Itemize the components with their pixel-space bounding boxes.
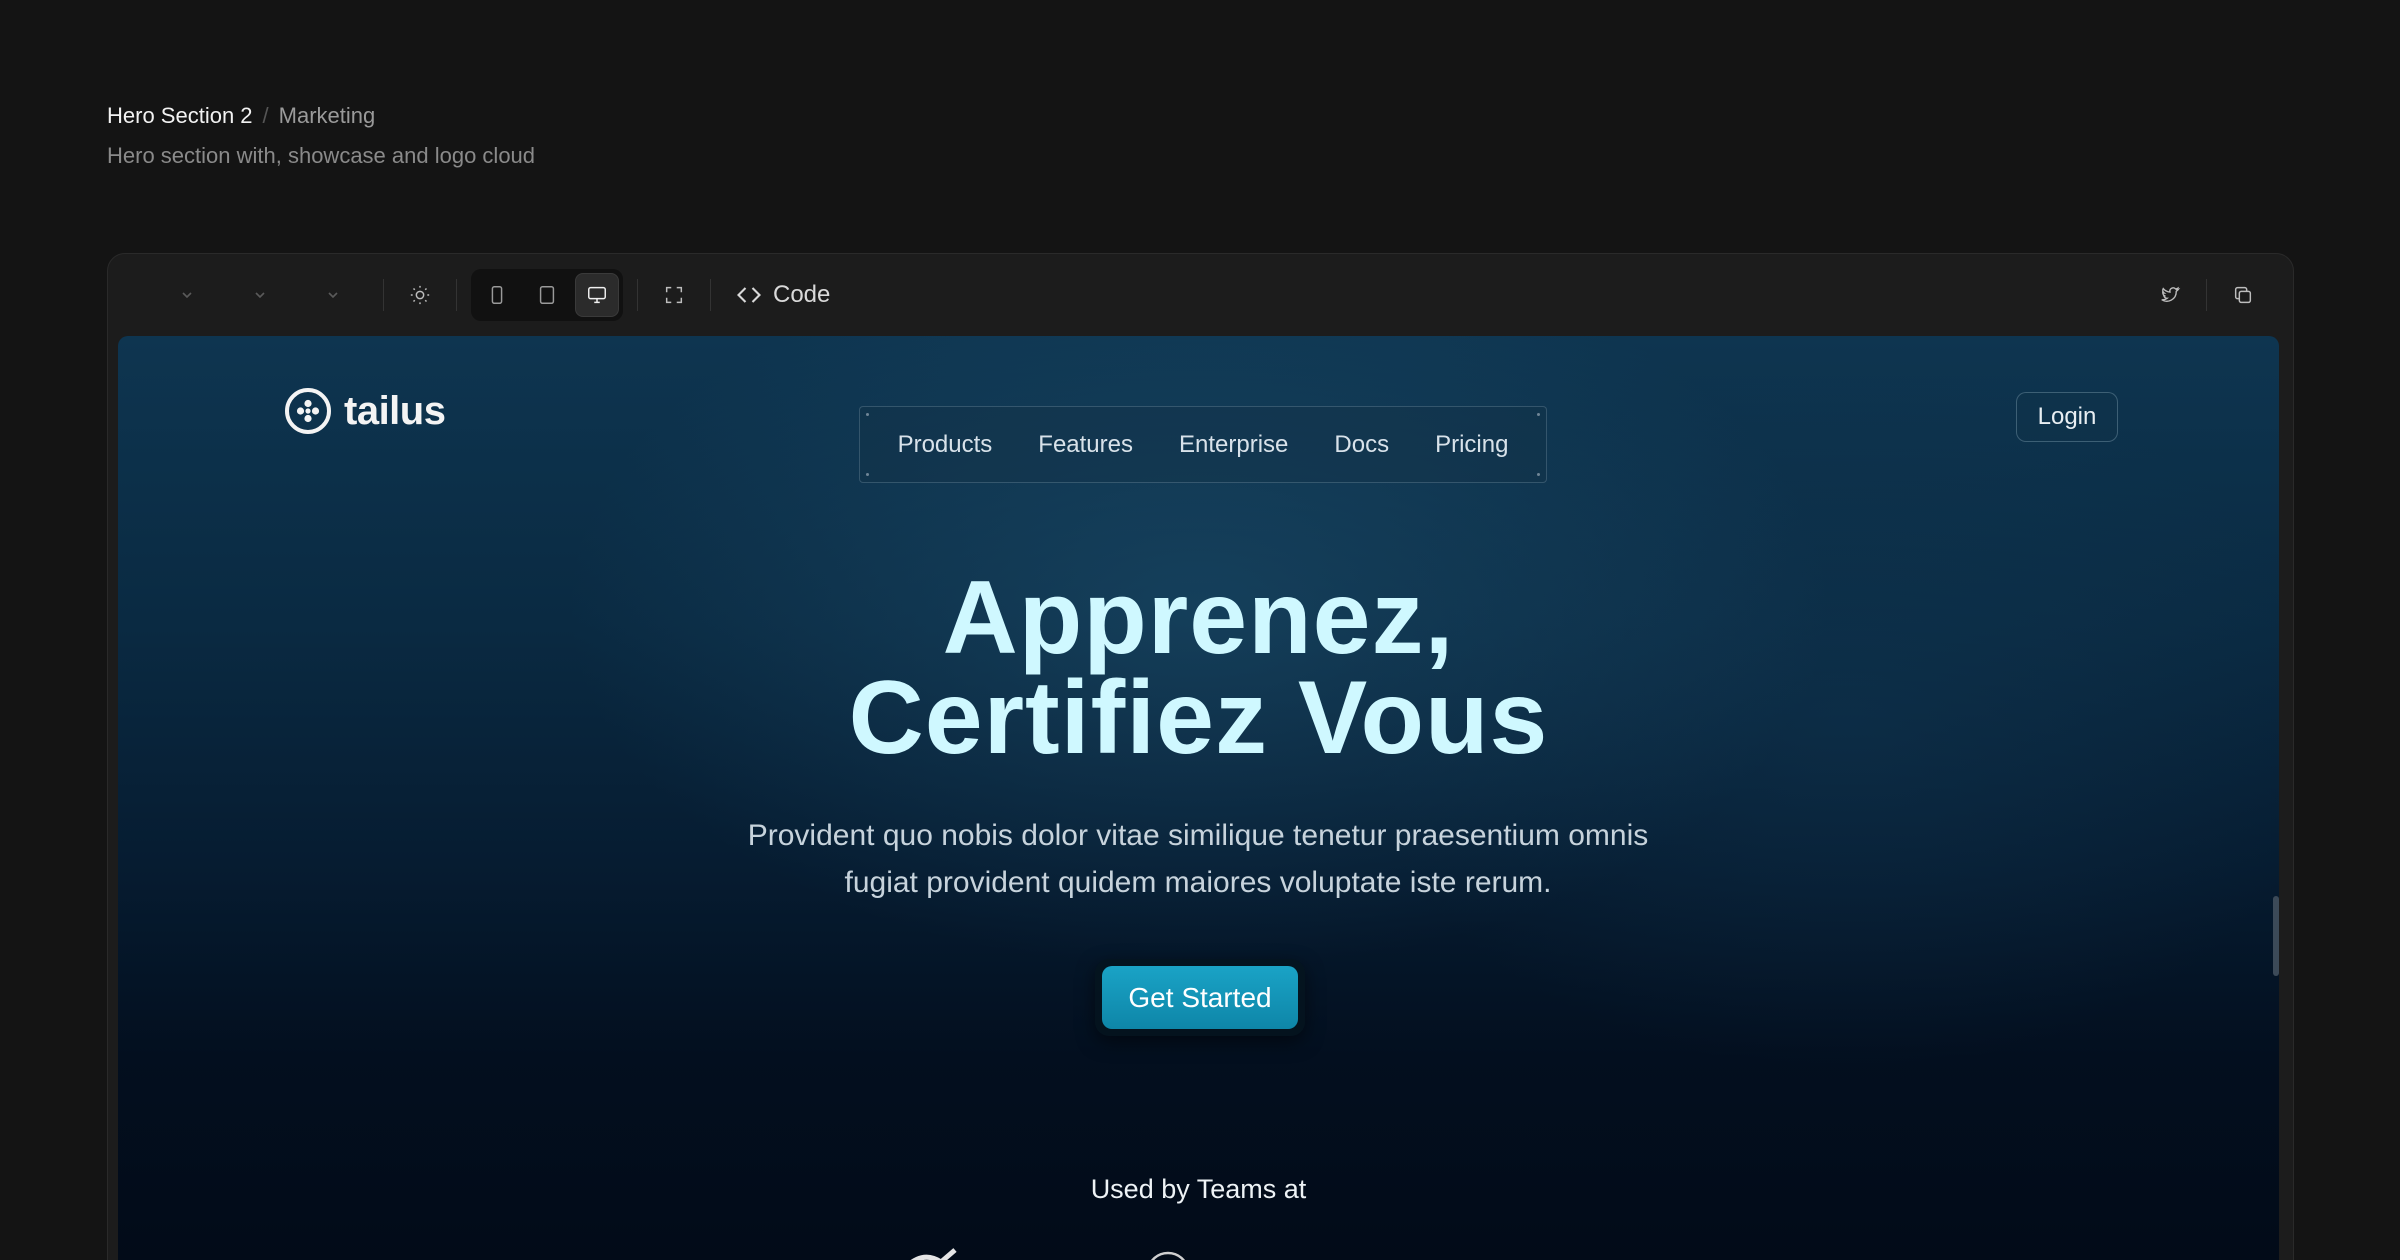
nav-link-pricing[interactable]: Pricing xyxy=(1412,431,1531,459)
category-link[interactable]: Marketing xyxy=(279,100,376,132)
get-started-button[interactable]: Get Started xyxy=(1102,966,1298,1029)
tablet-view-button[interactable] xyxy=(525,273,569,317)
fullscreen-icon xyxy=(665,286,683,304)
code-button-label: Code xyxy=(773,281,831,308)
brand-name: tailus xyxy=(344,388,446,433)
nav-corner-dot xyxy=(866,413,869,416)
dropdown-2[interactable] xyxy=(223,273,296,317)
preview-toolbar: Code xyxy=(108,254,2293,336)
partner-logo-2 xyxy=(1151,1251,1185,1260)
code-button[interactable]: Code xyxy=(725,273,840,317)
breadcrumb: Hero Section 2 / Marketing xyxy=(107,100,535,132)
component-title: Hero Section 2 xyxy=(107,103,253,128)
toolbar-divider xyxy=(456,279,457,311)
nav-corner-dot xyxy=(1537,413,1540,416)
chevron-down-icon xyxy=(327,292,338,299)
toolbar-divider xyxy=(710,279,711,311)
sun-icon xyxy=(410,285,430,305)
toolbar-divider xyxy=(383,279,384,311)
breadcrumb-separator: / xyxy=(262,103,269,128)
tablet-icon xyxy=(539,286,555,304)
partner-logo-1 xyxy=(910,1248,957,1260)
hero-title-line-1: Apprenez, xyxy=(942,560,1455,676)
hero-title: Apprenez, Certifiez Vous xyxy=(118,566,2279,770)
nav-corner-dot xyxy=(1537,473,1540,476)
dropdown-3[interactable] xyxy=(296,273,369,317)
code-icon xyxy=(737,287,761,303)
device-switcher xyxy=(471,269,623,321)
toolbar-divider xyxy=(2206,279,2207,311)
nav-link-docs[interactable]: Docs xyxy=(1311,431,1412,459)
hero-subtitle-line-2: fugiat provident quidem maiores voluptat… xyxy=(844,866,1552,899)
toolbar-divider xyxy=(637,279,638,311)
toolbar-right xyxy=(2148,273,2265,317)
desktop-view-button[interactable] xyxy=(575,273,619,317)
preview-scrollbar[interactable] xyxy=(2273,896,2279,976)
brand-logo[interactable]: tailus xyxy=(284,387,446,435)
tailus-logo-icon xyxy=(285,388,331,434)
phone-icon xyxy=(491,286,503,304)
chevron-down-icon xyxy=(181,292,192,299)
copy-icon xyxy=(2234,286,2252,304)
monitor-icon xyxy=(588,286,606,304)
twitter-share-button[interactable] xyxy=(2148,273,2192,317)
theme-toggle-button[interactable] xyxy=(398,273,442,317)
nav-corner-dot xyxy=(866,473,869,476)
logo-cloud-heading: Used by Teams at xyxy=(1090,1174,1307,1204)
hero-title-line-2: Certifiez Vous xyxy=(848,660,1549,776)
twitter-icon xyxy=(2161,286,2181,302)
preview-frame: Code tailus Products Features Enterprise… xyxy=(107,253,2294,1260)
copy-button[interactable] xyxy=(2221,273,2265,317)
hero-subtitle: Provident quo nobis dolor vitae similiqu… xyxy=(678,812,1718,906)
hero-subtitle-line-1: Provident quo nobis dolor vitae similiqu… xyxy=(747,819,1649,852)
nav-link-products[interactable]: Products xyxy=(875,431,1016,459)
hero-preview: tailus Products Features Enterprise Docs… xyxy=(118,336,2279,1260)
main-nav: Products Features Enterprise Docs Pricin… xyxy=(859,406,1547,483)
nav-link-enterprise[interactable]: Enterprise xyxy=(1156,431,1311,459)
component-description: Hero section with, showcase and logo clo… xyxy=(107,143,536,168)
login-button[interactable]: Login xyxy=(2016,392,2118,442)
cta-wrapper: Get Started xyxy=(1095,959,1305,1036)
nav-link-features[interactable]: Features xyxy=(1015,431,1156,459)
page-header: Hero Section 2 / Marketing Hero section … xyxy=(107,100,535,172)
dropdown-1[interactable] xyxy=(150,273,223,317)
chevron-down-icon xyxy=(254,292,265,299)
mobile-view-button[interactable] xyxy=(475,273,519,317)
fullscreen-button[interactable] xyxy=(652,273,696,317)
